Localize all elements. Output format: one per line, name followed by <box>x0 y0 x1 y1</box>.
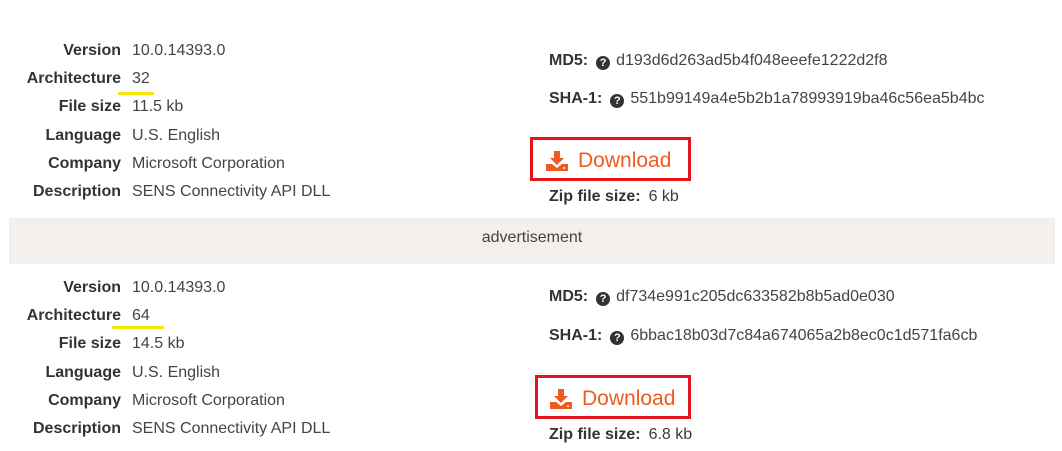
zip-size-row: Zip file size: 6.8 kb <box>549 423 692 447</box>
detail-value: 14.5 kb <box>132 335 185 352</box>
download-highlight-frame: Download <box>530 137 691 181</box>
detail-label: Company <box>48 155 121 172</box>
detail-label: Company <box>48 392 121 409</box>
md5-row: MD5:? df734e991c205dc633582b8b5ad0e030 <box>549 285 895 309</box>
download-tray-icon <box>550 389 572 409</box>
md5-value: d193d6d263ad5b4f048eeefe1222d2f8 <box>616 52 888 69</box>
md5-row: MD5:? d193d6d263ad5b4f048eeefe1222d2f8 <box>549 49 888 73</box>
detail-label: File size <box>58 335 121 352</box>
detail-value: SENS Connectivity API DLL <box>132 420 331 437</box>
detail-label: Language <box>45 364 121 381</box>
detail-label: Version <box>63 279 121 296</box>
detail-value: 10.0.14393.0 <box>132 279 226 296</box>
md5-value: df734e991c205dc633582b8b5ad0e030 <box>616 288 895 305</box>
md5-label: MD5: <box>549 52 589 69</box>
detail-value: 64 <box>132 307 150 324</box>
advertisement-band: advertisement <box>9 218 1055 264</box>
help-circle-icon[interactable]: ? <box>610 331 625 345</box>
zip-size-label: Zip file size: <box>549 188 641 205</box>
download-label: Download <box>582 387 676 410</box>
highlight-underline <box>118 92 154 95</box>
help-circle-icon[interactable]: ? <box>596 292 611 306</box>
zip-size-value: 6 kb <box>648 188 679 205</box>
detail-value: U.S. English <box>132 127 221 144</box>
download-tray-icon <box>546 151 568 171</box>
help-circle-icon[interactable]: ? <box>596 56 611 70</box>
detail-label: Architecture <box>26 70 121 87</box>
sha1-label: SHA-1: <box>549 90 603 107</box>
zip-size-value: 6.8 kb <box>648 426 693 443</box>
sha1-row: SHA-1:? 551b99149a4e5b2b1a78993919ba46c56… <box>549 87 984 111</box>
detail-value: SENS Connectivity API DLL <box>132 183 331 200</box>
file-block-32bit: Version 10.0.14393.0 Architecture 32 Fil… <box>0 0 1062 218</box>
detail-label: Language <box>45 127 121 144</box>
detail-label: Version <box>63 42 121 59</box>
detail-value: 10.0.14393.0 <box>132 42 226 59</box>
md5-label: MD5: <box>549 288 589 305</box>
download-highlight-frame: Download <box>535 375 691 419</box>
sha1-row: SHA-1:? 6bbac18b03d7c84a674065a2b8ec0c1d5… <box>549 324 977 348</box>
detail-value: U.S. English <box>132 364 221 381</box>
download-label: Download <box>578 149 672 172</box>
detail-label: File size <box>58 98 121 115</box>
detail-label: Description <box>32 183 121 200</box>
sha1-value: 551b99149a4e5b2b1a78993919ba46c56ea5b4bc <box>630 90 985 107</box>
highlight-underline <box>112 326 164 329</box>
help-circle-icon[interactable]: ? <box>610 94 625 108</box>
file-block-64bit: Version 10.0.14393.0 Architecture 64 Fil… <box>0 264 1062 451</box>
detail-value: Microsoft Corporation <box>132 155 285 172</box>
advertisement-label: advertisement <box>481 229 583 246</box>
detail-value: 11.5 kb <box>132 98 184 115</box>
detail-label: Architecture <box>26 307 121 324</box>
sha1-value: 6bbac18b03d7c84a674065a2b8ec0c1d571fa6cb <box>630 327 978 344</box>
detail-label: Description <box>32 420 121 437</box>
detail-value: 32 <box>132 70 150 87</box>
detail-value: Microsoft Corporation <box>132 392 285 409</box>
download-button[interactable]: Download <box>550 384 675 414</box>
zip-size-row: Zip file size: 6 kb <box>549 185 679 209</box>
sha1-label: SHA-1: <box>549 327 603 344</box>
download-button[interactable]: Download <box>546 146 671 176</box>
zip-size-label: Zip file size: <box>549 426 641 443</box>
